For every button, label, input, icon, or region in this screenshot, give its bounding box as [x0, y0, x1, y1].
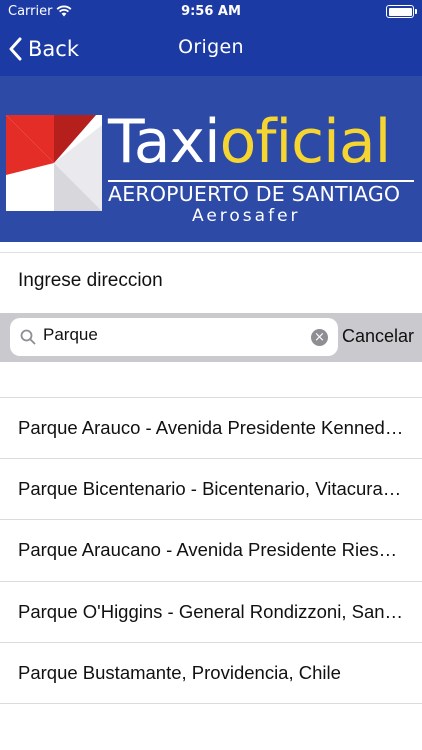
- brand-tagline: Aerosafer: [192, 206, 301, 226]
- list-item-label: Parque O'Higgins - General Rondizzoni, S…: [18, 600, 404, 622]
- brand-logo-icon: [6, 115, 102, 211]
- top-bar: Carrier 9:56 AM Back Origen: [0, 0, 422, 76]
- search-bar: Parque × Cancelar: [0, 313, 422, 362]
- status-time: 9:56 AM: [181, 4, 241, 19]
- list-item[interactable]: Parque Bustamante, Providencia, Chile: [0, 643, 422, 704]
- list-item-label: Parque Arauco - Avenida Presidente Kenne…: [18, 417, 404, 439]
- results-list: Parque Arauco - Avenida Presidente Kenne…: [0, 397, 422, 704]
- clear-icon[interactable]: ×: [311, 329, 328, 346]
- list-item[interactable]: Parque Arauco - Avenida Presidente Kenne…: [0, 398, 422, 460]
- brand-oficial-text: oficial: [219, 107, 392, 177]
- brand-subtitle: AEROPUERTO DE SANTIAGO: [108, 182, 401, 206]
- status-bar: Carrier 9:56 AM: [0, 0, 422, 24]
- list-item-label: Parque Bustamante, Providencia, Chile: [18, 661, 341, 683]
- page-title: Origen: [178, 36, 244, 58]
- brand-wordmark: Taxioficial: [108, 112, 391, 172]
- brand-banner: Taxioficial AEROPUERTO DE SANTIAGO Aeros…: [0, 76, 422, 242]
- divider: [0, 252, 422, 253]
- list-item[interactable]: Parque O'Higgins - General Rondizzoni, S…: [0, 582, 422, 643]
- search-icon: [20, 329, 36, 345]
- search-input[interactable]: Parque ×: [10, 318, 338, 356]
- battery-icon: [386, 5, 417, 18]
- brand-taxi-text: Taxi: [108, 107, 221, 177]
- search-input-value: Parque: [43, 325, 98, 344]
- navigation-bar: Back Origen: [0, 24, 422, 76]
- list-item-label: Parque Araucano - Avenida Presidente Rie…: [18, 539, 404, 561]
- cancel-button[interactable]: Cancelar: [342, 326, 414, 347]
- address-label: Ingrese direccion: [18, 270, 163, 291]
- list-item[interactable]: Parque Bicentenario - Bicentenario, Vita…: [0, 459, 422, 521]
- list-item[interactable]: Parque Araucano - Avenida Presidente Rie…: [0, 520, 422, 582]
- list-item-label: Parque Bicentenario - Bicentenario, Vita…: [18, 478, 404, 500]
